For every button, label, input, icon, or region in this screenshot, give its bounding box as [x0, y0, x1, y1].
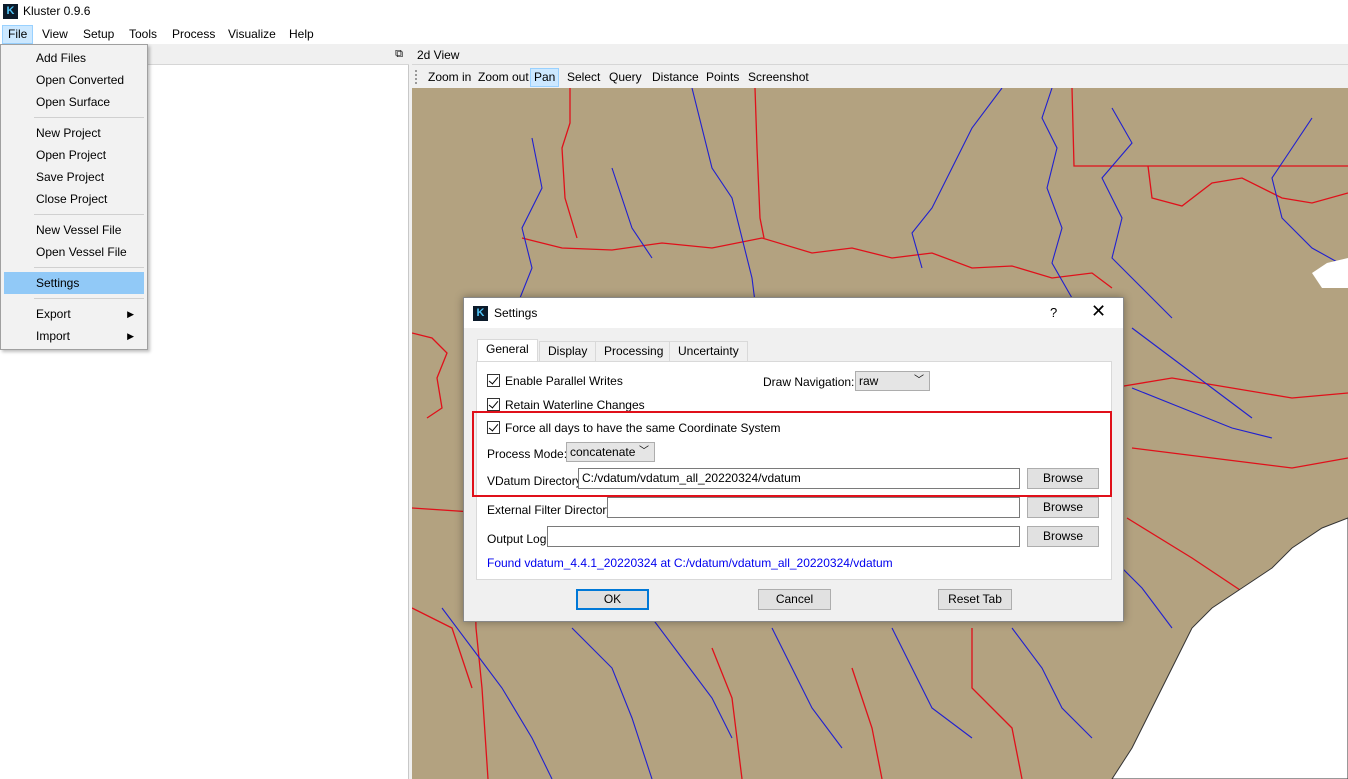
- kluster-app-icon: K: [3, 4, 18, 19]
- draw-navigation-select[interactable]: raw ﹀: [855, 371, 930, 391]
- menu-file[interactable]: File: [2, 25, 34, 44]
- window-title: Kluster 0.9.6: [23, 4, 91, 18]
- view-dock-header: 2d View: [412, 45, 1348, 65]
- title-bar: K Kluster 0.9.6: [0, 0, 1348, 23]
- select-button[interactable]: Select: [563, 68, 604, 87]
- draw-navigation-value: raw: [859, 374, 879, 388]
- ok-button[interactable]: OK: [576, 589, 649, 610]
- pan-button[interactable]: Pan: [530, 68, 560, 87]
- menu-item-close-project[interactable]: Close Project: [4, 188, 144, 210]
- tab-uncertainty[interactable]: Uncertainty: [669, 341, 748, 362]
- menu-separator: [34, 117, 144, 118]
- ocean-area: [1111, 517, 1348, 779]
- menu-item-open-converted[interactable]: Open Converted: [4, 69, 144, 91]
- menu-item-open-surface[interactable]: Open Surface: [4, 91, 144, 113]
- kluster-app-icon: K: [473, 306, 488, 321]
- menu-tools[interactable]: Tools: [124, 25, 162, 44]
- menu-visualize[interactable]: Visualize: [223, 25, 281, 44]
- draw-navigation-label: Draw Navigation:: [763, 375, 855, 389]
- external-filter-browse-button[interactable]: Browse: [1027, 497, 1099, 518]
- query-button[interactable]: Query: [605, 68, 646, 87]
- close-icon[interactable]: ✕: [1091, 301, 1106, 322]
- help-icon[interactable]: ?: [1050, 305, 1057, 320]
- menu-view[interactable]: View: [37, 25, 73, 44]
- distance-button[interactable]: Distance: [648, 68, 703, 87]
- output-log-input[interactable]: [547, 526, 1020, 547]
- dialog-title: Settings: [494, 306, 538, 320]
- points-button[interactable]: Points: [702, 68, 743, 87]
- menu-item-import-label: Import: [36, 329, 71, 343]
- zoom-out-button[interactable]: Zoom out: [474, 68, 533, 87]
- tab-processing[interactable]: Processing: [595, 341, 673, 362]
- chevron-down-icon: ﹀: [914, 375, 924, 386]
- screenshot-button[interactable]: Screenshot: [744, 68, 813, 87]
- map-toolbar: Zoom in Zoom out Pan Select Query Distan…: [412, 66, 1348, 88]
- menu-bar: File View Setup Tools Process Visualize …: [0, 23, 1348, 44]
- dialog-title-bar: K Settings ? ✕: [464, 298, 1123, 328]
- tab-display[interactable]: Display: [539, 341, 597, 362]
- menu-item-add-files[interactable]: Add Files: [4, 47, 144, 69]
- menu-item-open-project[interactable]: Open Project: [4, 144, 144, 166]
- bay-area: [1312, 258, 1348, 288]
- vdatum-found-message: Found vdatum_4.4.1_20220324 at C:/vdatum…: [487, 556, 893, 570]
- tab-general[interactable]: General: [477, 339, 538, 362]
- menu-separator: [34, 298, 144, 299]
- enable-parallel-writes-checkbox[interactable]: [487, 374, 500, 387]
- menu-separator: [34, 214, 144, 215]
- highlight-annotation-box: [472, 411, 1112, 497]
- menu-setup[interactable]: Setup: [78, 25, 119, 44]
- menu-item-settings[interactable]: Settings: [4, 272, 144, 294]
- retain-waterline-label: Retain Waterline Changes: [505, 398, 645, 412]
- view-title: 2d View: [417, 48, 460, 62]
- menu-item-export-label: Export: [36, 307, 71, 321]
- menu-item-export[interactable]: Export ▶: [4, 303, 144, 325]
- menu-item-new-vessel-file[interactable]: New Vessel File: [4, 219, 144, 241]
- menu-item-new-project[interactable]: New Project: [4, 122, 144, 144]
- output-log-label: Output Log: [487, 532, 547, 546]
- reset-tab-button[interactable]: Reset Tab: [938, 589, 1012, 610]
- external-filter-directory-input[interactable]: [607, 497, 1020, 518]
- enable-parallel-writes-label: Enable Parallel Writes: [505, 374, 623, 388]
- dock-float-icon[interactable]: ⧉: [395, 48, 403, 61]
- file-menu-dropdown: Add Files Open Converted Open Surface Ne…: [0, 44, 148, 350]
- output-log-browse-button[interactable]: Browse: [1027, 526, 1099, 547]
- submenu-arrow-icon: ▶: [127, 309, 134, 319]
- menu-separator: [34, 267, 144, 268]
- retain-waterline-checkbox[interactable]: [487, 398, 500, 411]
- menu-item-import[interactable]: Import ▶: [4, 325, 144, 347]
- toolbar-grip[interactable]: [415, 70, 417, 84]
- menu-item-save-project[interactable]: Save Project: [4, 166, 144, 188]
- external-filter-directory-label: External Filter Directory: [487, 503, 613, 517]
- zoom-in-button[interactable]: Zoom in: [424, 68, 475, 87]
- menu-item-open-vessel-file[interactable]: Open Vessel File: [4, 241, 144, 263]
- cancel-button[interactable]: Cancel: [758, 589, 831, 610]
- submenu-arrow-icon: ▶: [127, 331, 134, 341]
- menu-help[interactable]: Help: [284, 25, 319, 44]
- menu-process[interactable]: Process: [167, 25, 220, 44]
